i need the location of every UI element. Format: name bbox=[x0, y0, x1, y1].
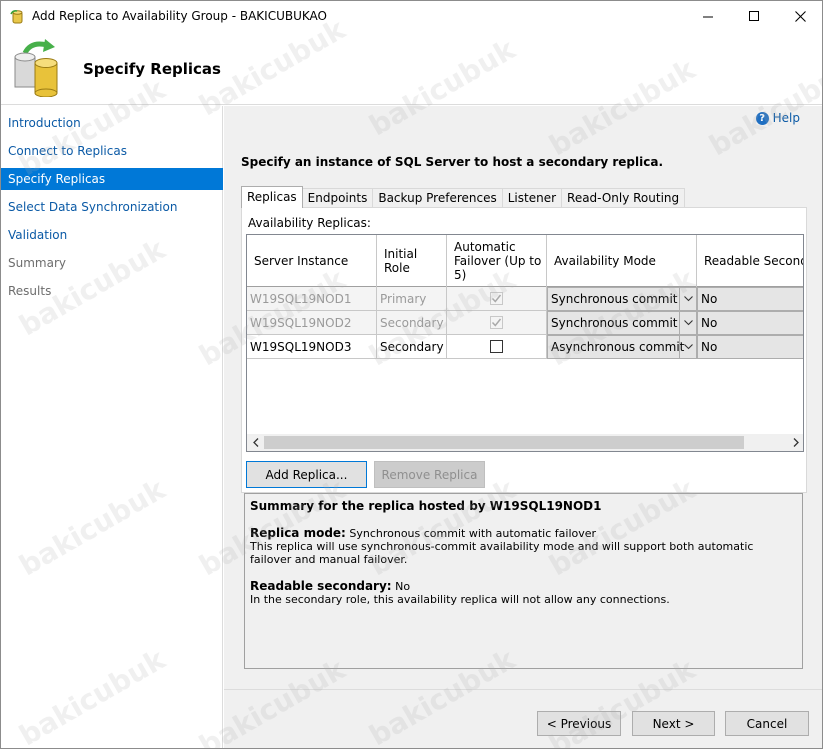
availability-replicas-label: Availability Replicas: bbox=[248, 216, 371, 230]
cell-initial-role: Primary bbox=[377, 287, 447, 311]
replica-mode-section: Replica mode: Synchronous commit with au… bbox=[250, 526, 797, 567]
availability-mode-value: Asynchronous commit bbox=[551, 340, 685, 354]
chevron-left-icon bbox=[252, 438, 258, 447]
column-header-availability-mode[interactable]: Availability Mode bbox=[547, 235, 697, 287]
column-header-readable-secondary[interactable]: Readable Secondar bbox=[697, 235, 803, 287]
scrollbar-thumb[interactable] bbox=[264, 436, 744, 449]
close-icon bbox=[794, 11, 806, 22]
replica-mode-description: This replica will use synchronous-commit… bbox=[250, 540, 754, 566]
title-bar: Add Replica to Availability Group - BAKI… bbox=[1, 1, 822, 32]
availability-mode-value: Synchronous commit bbox=[551, 292, 678, 306]
cell-initial-role: Secondary bbox=[377, 311, 447, 335]
summary-title-server: W19SQL19NOD1 bbox=[489, 499, 602, 513]
failover-checkbox bbox=[490, 316, 503, 329]
wizard-window: Add Replica to Availability Group - BAKI… bbox=[0, 0, 823, 749]
table-row[interactable]: W19SQL19NOD1 Primary Synchronous commit … bbox=[247, 287, 803, 311]
column-header-server-instance[interactable]: Server Instance bbox=[247, 235, 377, 287]
availability-mode-value: Synchronous commit bbox=[551, 316, 678, 330]
tab-endpoints[interactable]: Endpoints bbox=[301, 188, 374, 208]
replicas-grid: Server Instance Initial Role Automatic F… bbox=[246, 234, 804, 452]
previous-button[interactable]: < Previous bbox=[537, 711, 621, 736]
instruction-text: Specify an instance of SQL Server to hos… bbox=[241, 155, 664, 169]
tab-backup-preferences[interactable]: Backup Preferences bbox=[372, 188, 503, 208]
next-button[interactable]: Next > bbox=[632, 711, 715, 736]
chevron-down-icon bbox=[679, 336, 696, 358]
column-header-automatic-failover[interactable]: Automatic Failover (Up to 5) bbox=[447, 235, 547, 287]
scroll-left-button[interactable] bbox=[247, 434, 264, 451]
database-replica-icon bbox=[14, 39, 58, 97]
nav-item-connect-to-replicas[interactable]: Connect to Replicas bbox=[1, 140, 223, 162]
nav-item-select-data-synchronization[interactable]: Select Data Synchronization bbox=[1, 196, 223, 218]
horizontal-scrollbar[interactable] bbox=[247, 434, 803, 451]
availability-mode-dropdown[interactable]: Synchronous commit bbox=[547, 311, 697, 335]
minimize-icon bbox=[702, 16, 713, 18]
help-link[interactable]: ? Help bbox=[755, 111, 800, 125]
cell-server-instance: W19SQL19NOD3 bbox=[247, 335, 377, 359]
replica-mode-label: Replica mode: bbox=[250, 526, 346, 540]
checkmark-icon bbox=[491, 318, 502, 327]
window-title: Add Replica to Availability Group - BAKI… bbox=[32, 9, 327, 23]
readable-secondary-dropdown[interactable]: No bbox=[697, 335, 803, 359]
help-icon: ? bbox=[755, 111, 769, 125]
failover-checkbox[interactable] bbox=[490, 340, 503, 353]
replica-summary-panel: Summary for the replica hosted by W19SQL… bbox=[244, 493, 803, 669]
chevron-down-icon bbox=[679, 288, 696, 310]
wizard-nav: Introduction Connect to Replicas Specify… bbox=[1, 106, 223, 748]
chevron-right-icon bbox=[793, 438, 799, 447]
cell-automatic-failover bbox=[447, 311, 547, 335]
table-row[interactable]: W19SQL19NOD3 Secondary Asynchronous comm… bbox=[247, 335, 803, 359]
readable-secondary-dropdown[interactable]: No bbox=[697, 311, 803, 335]
nav-item-introduction[interactable]: Introduction bbox=[1, 112, 223, 134]
help-label: Help bbox=[772, 111, 800, 125]
checkmark-icon bbox=[491, 294, 502, 303]
tab-replicas[interactable]: Replicas bbox=[241, 186, 303, 208]
close-button[interactable] bbox=[777, 1, 822, 32]
cell-server-instance: W19SQL19NOD1 bbox=[247, 287, 377, 311]
readable-secondary-label: Readable secondary: bbox=[250, 579, 392, 593]
tab-read-only-routing[interactable]: Read-Only Routing bbox=[561, 188, 686, 208]
nav-item-results: Results bbox=[8, 284, 52, 298]
table-row[interactable]: W19SQL19NOD2 Secondary Synchronous commi… bbox=[247, 311, 803, 335]
summary-title: Summary for the replica hosted by W19SQL… bbox=[250, 500, 797, 513]
wizard-header: Specify Replicas bbox=[1, 32, 822, 105]
maximize-icon bbox=[748, 11, 759, 21]
maximize-button[interactable] bbox=[731, 1, 777, 32]
failover-checkbox bbox=[490, 292, 503, 305]
replica-mode-value: Synchronous commit with automatic failov… bbox=[345, 527, 597, 540]
scroll-right-button[interactable] bbox=[787, 434, 803, 451]
chevron-down-icon bbox=[679, 312, 696, 334]
cell-automatic-failover bbox=[447, 287, 547, 311]
page-title: Specify Replicas bbox=[83, 60, 221, 78]
minimize-button[interactable] bbox=[685, 1, 731, 32]
footer-divider bbox=[224, 689, 822, 690]
replicas-tab-panel: Availability Replicas: Server Instance I… bbox=[241, 207, 807, 493]
grid-header: Server Instance Initial Role Automatic F… bbox=[247, 235, 803, 287]
column-header-initial-role[interactable]: Initial Role bbox=[377, 235, 447, 287]
cell-server-instance: W19SQL19NOD2 bbox=[247, 311, 377, 335]
readable-secondary-section: Readable secondary: No In the secondary … bbox=[250, 579, 797, 607]
readable-secondary-value: No bbox=[391, 580, 411, 593]
summary-title-prefix: Summary for the replica hosted by bbox=[250, 499, 490, 513]
app-icon bbox=[10, 10, 23, 24]
availability-mode-dropdown[interactable]: Synchronous commit bbox=[547, 287, 697, 311]
cell-initial-role: Secondary bbox=[377, 335, 447, 359]
readable-secondary-description: In the secondary role, this availability… bbox=[250, 593, 670, 606]
nav-item-validation[interactable]: Validation bbox=[1, 224, 223, 246]
main-content: ? Help Specify an instance of SQL Server… bbox=[224, 106, 822, 748]
nav-item-specify-replicas[interactable]: Specify Replicas bbox=[1, 168, 223, 190]
readable-secondary-dropdown[interactable]: No bbox=[697, 287, 803, 311]
nav-item-summary: Summary bbox=[8, 256, 66, 270]
tab-listener[interactable]: Listener bbox=[501, 188, 563, 208]
cell-automatic-failover bbox=[447, 335, 547, 359]
add-replica-button[interactable]: Add Replica... bbox=[246, 461, 367, 488]
remove-replica-button: Remove Replica bbox=[374, 461, 485, 488]
availability-mode-dropdown[interactable]: Asynchronous commit bbox=[547, 335, 697, 359]
cancel-button[interactable]: Cancel bbox=[725, 711, 809, 736]
tab-strip: Replicas Endpoints Backup Preferences Li… bbox=[241, 186, 686, 208]
